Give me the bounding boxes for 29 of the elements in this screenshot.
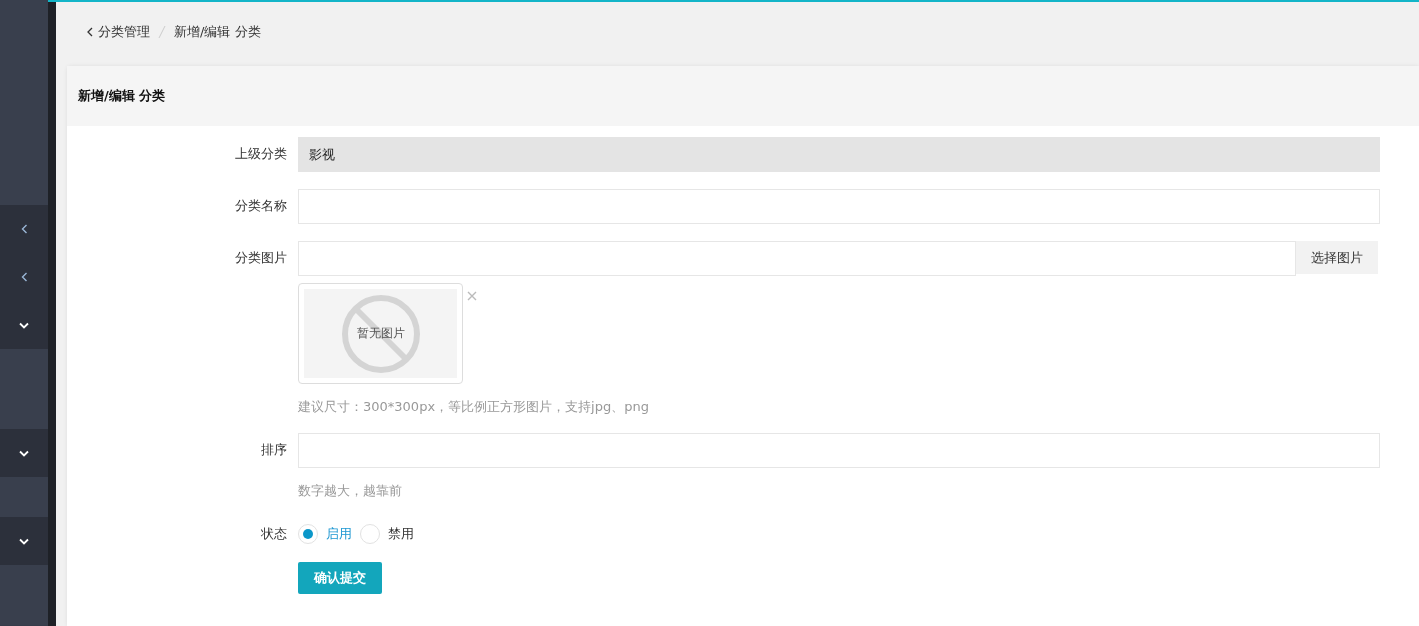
- sidebar-menu-item[interactable]: [0, 301, 48, 349]
- radio-button[interactable]: [298, 524, 318, 544]
- field-label: 分类图片: [234, 249, 288, 267]
- close-icon[interactable]: [467, 291, 477, 301]
- input-field[interactable]: [298, 433, 1380, 468]
- field-label: 分类名称: [234, 197, 288, 215]
- breadcrumb-back-link[interactable]: 分类管理: [87, 23, 150, 41]
- field-label: 状态: [260, 525, 288, 543]
- no-image-text: 暂无图片: [356, 325, 405, 342]
- parent-category-field: 影视: [298, 137, 1380, 172]
- choose-image-button[interactable]: 选择图片: [1296, 241, 1378, 274]
- card-title: 新增/编辑 分类: [78, 87, 166, 105]
- field-hint: 数字越大，越靠前: [298, 482, 403, 500]
- field-label: 排序: [260, 441, 288, 459]
- radio-label: 启用: [326, 525, 352, 543]
- sidebar-menu-item[interactable]: [0, 517, 48, 565]
- sidebar-menu-item[interactable]: [0, 205, 48, 253]
- radio-option[interactable]: 禁用: [360, 524, 414, 544]
- breadcrumb-current: 新增/编辑 分类: [174, 23, 261, 41]
- input-field[interactable]: [298, 189, 1380, 224]
- radio-button[interactable]: [360, 524, 380, 544]
- chevron-left-icon: [87, 27, 93, 37]
- field-hint: 建议尺寸：300*300px，等比例正方形图片，支持jpg、png: [298, 398, 650, 416]
- breadcrumb-separator: [158, 25, 166, 39]
- image-path-field[interactable]: [298, 241, 1296, 276]
- radio-label: 禁用: [388, 525, 414, 543]
- sidebar-menu-item[interactable]: [0, 429, 48, 477]
- field-label: 上级分类: [234, 145, 288, 163]
- no-image-icon: [340, 293, 421, 374]
